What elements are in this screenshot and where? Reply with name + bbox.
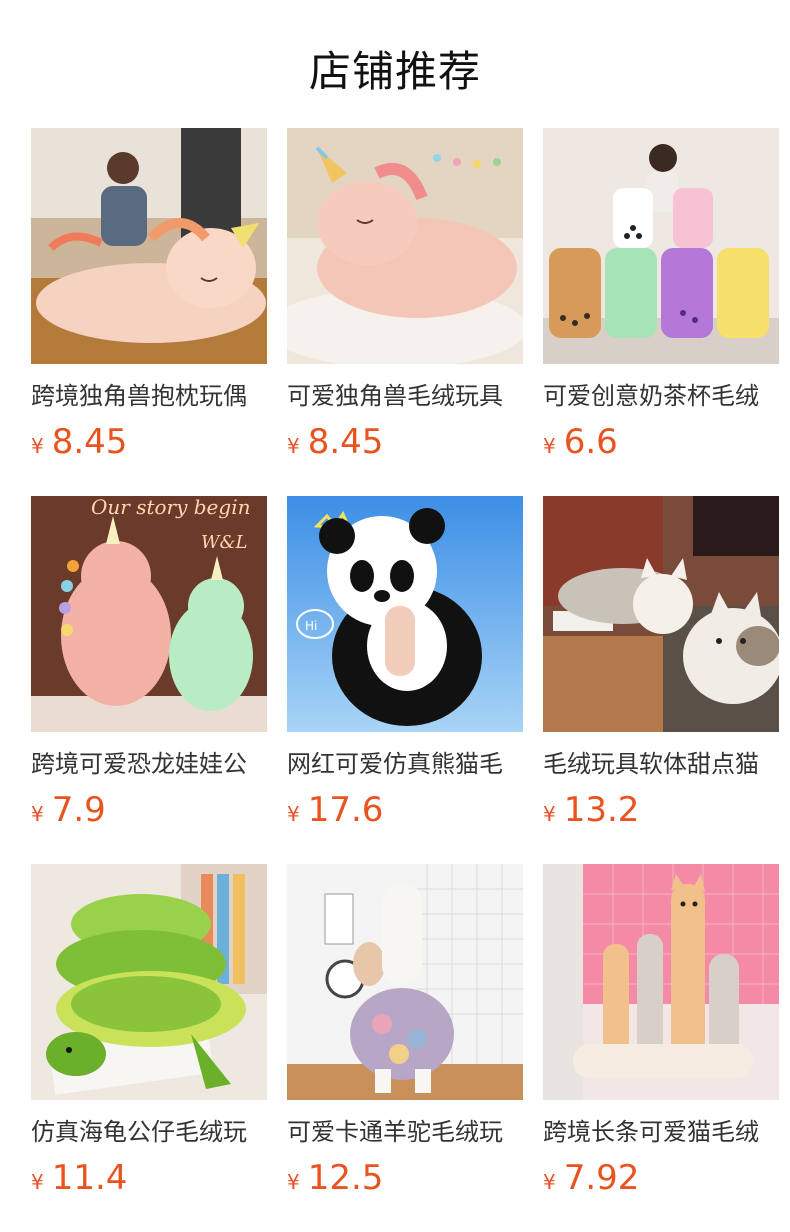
product-card[interactable]: 可爱创意奶茶杯毛绒 ¥6.6 (543, 128, 779, 462)
currency-symbol: ¥ (543, 1170, 556, 1194)
price-amount: 7.92 (563, 1158, 640, 1198)
currency-symbol: ¥ (287, 434, 300, 458)
price-amount: 13.2 (563, 790, 640, 830)
currency-symbol: ¥ (31, 434, 44, 458)
product-name[interactable]: 可爱卡通羊驼毛绒玩 (287, 1116, 523, 1148)
pink-unicorn-plush-icon (287, 128, 523, 364)
neon-sign-subtext: W&L (201, 532, 247, 553)
product-card[interactable]: 毛绒玩具软体甜点猫 ¥13.2 (543, 496, 779, 830)
product-card[interactable]: 可爱独角兽毛绒玩具 ¥8.45 (287, 128, 523, 462)
product-name[interactable]: 可爱创意奶茶杯毛绒 (543, 380, 779, 412)
currency-symbol: ¥ (543, 802, 556, 826)
product-name[interactable]: 仿真海龟公仔毛绒玩 (31, 1116, 267, 1148)
product-name[interactable]: 毛绒玩具软体甜点猫 (543, 748, 779, 780)
currency-symbol: ¥ (287, 802, 300, 826)
product-image[interactable] (543, 864, 779, 1100)
bubble-tea-plush-icon (543, 128, 779, 364)
panda-plush-icon: Hi (287, 496, 523, 732)
product-image[interactable] (31, 128, 267, 364)
product-price: ¥8.45 (287, 422, 523, 462)
product-card[interactable]: 可爱卡通羊驼毛绒玩 ¥12.5 (287, 864, 523, 1198)
pink-unicorn-plush-icon (31, 128, 267, 364)
product-name[interactable]: 可爱独角兽毛绒玩具 (287, 380, 523, 412)
product-card[interactable]: 跨境独角兽抱枕玩偶 ¥8.45 (31, 128, 267, 462)
product-price: ¥7.9 (31, 790, 267, 830)
product-image[interactable] (31, 864, 267, 1100)
currency-symbol: ¥ (543, 434, 556, 458)
product-card[interactable]: Our story begin W&L 跨境可爱恐龙娃娃公 ¥7.9 (31, 496, 267, 830)
product-price: ¥7.92 (543, 1158, 779, 1198)
price-amount: 11.4 (51, 1158, 128, 1198)
product-price: ¥8.45 (31, 422, 267, 462)
currency-symbol: ¥ (31, 802, 44, 826)
cat-plush-icon (543, 496, 779, 732)
price-amount: 8.45 (307, 422, 384, 462)
product-image[interactable]: Our story begin W&L (31, 496, 267, 732)
product-name[interactable]: 网红可爱仿真熊猫毛 (287, 748, 523, 780)
product-card[interactable]: Hi 网红可爱仿真熊猫毛 ¥17.6 (287, 496, 523, 830)
product-price: ¥17.6 (287, 790, 523, 830)
product-price: ¥12.5 (287, 1158, 523, 1198)
product-card[interactable]: 跨境长条可爱猫毛绒 ¥7.92 (543, 864, 779, 1198)
price-amount: 6.6 (563, 422, 618, 462)
price-amount: 17.6 (307, 790, 384, 830)
neon-sign-text: Our story begin (91, 496, 250, 519)
product-price: ¥11.4 (31, 1158, 267, 1198)
alpaca-plush-icon (287, 864, 523, 1100)
currency-symbol: ¥ (287, 1170, 300, 1194)
product-name[interactable]: 跨境长条可爱猫毛绒 (543, 1116, 779, 1148)
product-image[interactable] (543, 128, 779, 364)
price-amount: 8.45 (51, 422, 128, 462)
currency-symbol: ¥ (31, 1170, 44, 1194)
price-amount: 12.5 (307, 1158, 384, 1198)
product-image[interactable] (287, 864, 523, 1100)
dinosaur-plush-icon: Our story begin W&L (31, 496, 267, 732)
product-price: ¥6.6 (543, 422, 779, 462)
speech-bubble-text: Hi (305, 619, 317, 633)
long-cat-plush-icon (543, 864, 779, 1100)
product-card[interactable]: 仿真海龟公仔毛绒玩 ¥11.4 (31, 864, 267, 1198)
product-image[interactable]: Hi (287, 496, 523, 732)
product-price: ¥13.2 (543, 790, 779, 830)
product-name[interactable]: 跨境可爱恐龙娃娃公 (31, 748, 267, 780)
price-amount: 7.9 (51, 790, 106, 830)
page-title: 店铺推荐 (308, 47, 481, 96)
product-image[interactable] (543, 496, 779, 732)
product-name[interactable]: 跨境独角兽抱枕玩偶 (31, 380, 267, 412)
product-image[interactable] (287, 128, 523, 364)
sea-turtle-plush-icon (31, 864, 267, 1100)
